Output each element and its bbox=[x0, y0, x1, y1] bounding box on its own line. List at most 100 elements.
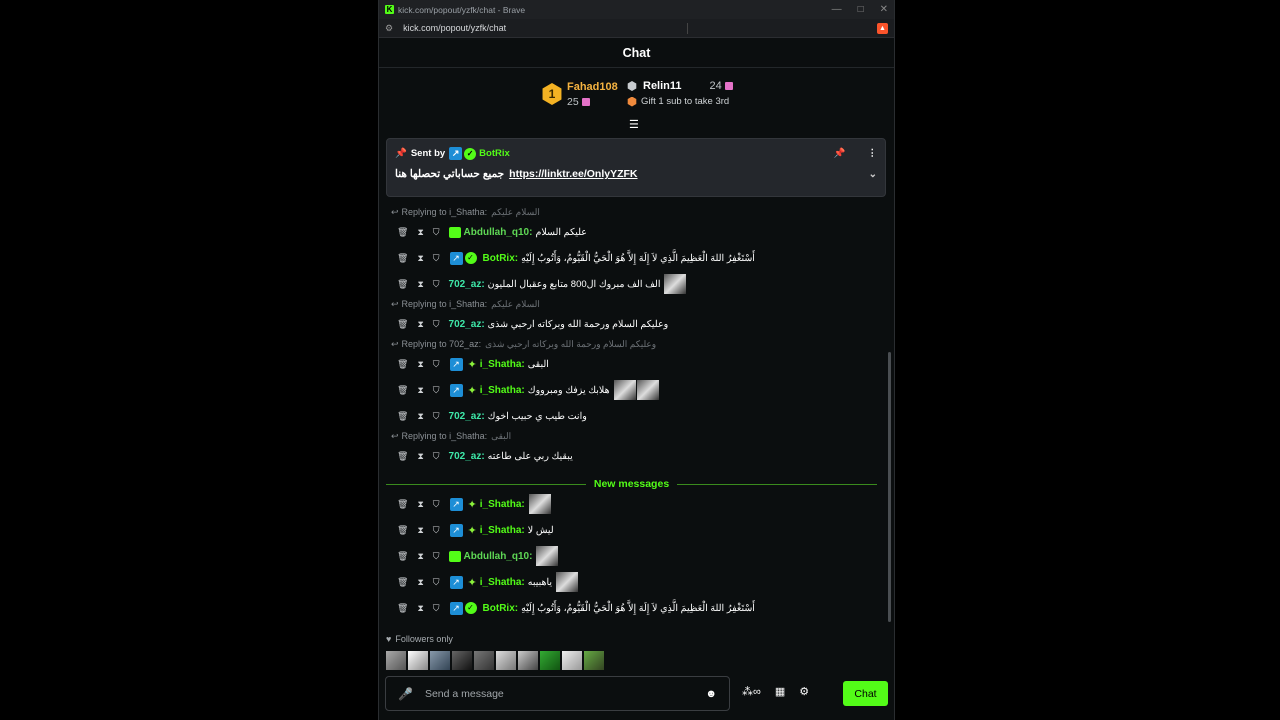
pin-icon: 📌 bbox=[395, 148, 407, 159]
delete-icon[interactable]: 🗑 bbox=[397, 279, 408, 290]
message-username[interactable]: Abdullah_q10: bbox=[464, 551, 533, 562]
minimize-icon[interactable]: — bbox=[832, 4, 842, 15]
leaderboard-first[interactable]: 1 Fahad108 25 bbox=[541, 81, 618, 108]
pinned-link[interactable]: https://linktr.ee/OnlyYZFK bbox=[509, 168, 637, 180]
kick-points-icon[interactable]: ⁂∞ bbox=[742, 685, 761, 698]
chat-message: 🗑 ⧗ ⛉ 702_az: يبقيك ربي على طاعته bbox=[379, 443, 884, 469]
message-username[interactable]: 702_az: bbox=[449, 279, 485, 290]
maximize-icon[interactable]: □ bbox=[858, 4, 864, 15]
emote-button[interactable] bbox=[496, 651, 516, 670]
emote-button[interactable] bbox=[540, 651, 560, 670]
pinned-user[interactable]: BotRix bbox=[479, 148, 510, 159]
chevron-down-icon[interactable]: ⌄ bbox=[869, 169, 877, 180]
emote-button[interactable] bbox=[452, 651, 472, 670]
moderator-badge-icon: ↗ bbox=[449, 497, 463, 511]
reply-context[interactable]: ↩ Replying to i_Shatha: السلام عليكم bbox=[379, 205, 884, 219]
message-username[interactable]: i_Shatha: bbox=[480, 385, 525, 396]
timeout-icon[interactable]: ⧗ bbox=[417, 499, 423, 510]
microphone-icon[interactable]: 🎤 bbox=[398, 687, 413, 701]
message-username[interactable]: i_Shatha: bbox=[480, 525, 525, 536]
timeout-icon[interactable]: ⧗ bbox=[417, 359, 423, 370]
timeout-icon[interactable]: ⧗ bbox=[417, 319, 423, 330]
message-username[interactable]: i_Shatha: bbox=[480, 577, 525, 588]
leaderboard-second[interactable]: Relin11 24 Gift 1 sub to take 3rd bbox=[627, 80, 733, 107]
emote-image bbox=[556, 572, 579, 592]
message-text: أَسْتَغْفِرُ اللهَ الْعَظِيمَ الَّذِي لا… bbox=[521, 252, 755, 264]
ban-icon[interactable]: ⛉ bbox=[433, 551, 440, 562]
message-username[interactable]: 702_az: bbox=[449, 411, 485, 422]
chat-message: 🗑 ⧗ ⛉ ↗ ✓ BotRix: أَسْتَغْفِرُ اللهَ الْعَ… bbox=[379, 245, 884, 271]
address-bar[interactable]: ⚙ kick.com/popout/yzfk/chat ▲ bbox=[379, 19, 894, 38]
delete-icon[interactable]: 🗑 bbox=[397, 319, 408, 330]
message-username[interactable]: BotRix: bbox=[483, 603, 519, 614]
delete-icon[interactable]: 🗑 bbox=[397, 451, 408, 462]
ban-icon[interactable]: ⛉ bbox=[433, 359, 440, 370]
message-username[interactable]: Abdullah_q10: bbox=[464, 227, 533, 238]
ban-icon[interactable]: ⛉ bbox=[433, 385, 440, 396]
brave-shield-icon[interactable]: ▲ bbox=[877, 22, 888, 34]
message-username[interactable]: i_Shatha: bbox=[480, 359, 525, 370]
gift-icon bbox=[724, 82, 733, 90]
url-text[interactable]: kick.com/popout/yzfk/chat bbox=[403, 23, 506, 33]
emote-button[interactable] bbox=[430, 651, 450, 670]
send-chat-button[interactable]: Chat bbox=[843, 681, 888, 706]
message-input[interactable]: Send a message bbox=[425, 688, 504, 700]
timeout-icon[interactable]: ⧗ bbox=[417, 385, 423, 396]
timeout-icon[interactable]: ⧗ bbox=[417, 603, 423, 614]
timeout-icon[interactable]: ⧗ bbox=[417, 227, 423, 238]
emoji-picker-icon[interactable]: ☻ bbox=[705, 688, 717, 700]
timeout-icon[interactable]: ⧗ bbox=[417, 253, 423, 264]
reply-context[interactable]: ↩ Replying to 702_az: وعليكم السلام ورحمة… bbox=[379, 337, 884, 351]
emote-button[interactable] bbox=[562, 651, 582, 670]
delete-icon[interactable]: 🗑 bbox=[397, 385, 408, 396]
message-username[interactable]: i_Shatha: bbox=[480, 499, 525, 510]
settings-gear-icon[interactable]: ⚙ bbox=[799, 685, 809, 698]
delete-icon[interactable]: 🗑 bbox=[397, 253, 408, 264]
expand-menu-icon[interactable]: ☰ bbox=[629, 118, 639, 131]
reply-context[interactable]: ↩ Replying to i_Shatha: السلام عليكم bbox=[379, 297, 884, 311]
delete-icon[interactable]: 🗑 bbox=[397, 359, 408, 370]
ban-icon[interactable]: ⛉ bbox=[433, 577, 440, 588]
message-username[interactable]: 702_az: bbox=[449, 319, 485, 330]
site-settings-icon[interactable]: ⚙ bbox=[385, 23, 393, 34]
ban-icon[interactable]: ⛉ bbox=[433, 451, 440, 462]
timeout-icon[interactable]: ⧗ bbox=[417, 411, 423, 422]
message-text: ياهبيبه bbox=[527, 576, 553, 588]
ban-icon[interactable]: ⛉ bbox=[433, 525, 440, 536]
timeout-icon[interactable]: ⧗ bbox=[417, 525, 423, 536]
unpin-icon[interactable]: 📌 bbox=[834, 148, 846, 159]
chat-scrollbar[interactable] bbox=[888, 352, 891, 622]
chat-message: 🗑 ⧗ ⛉ ↗ ✦ i_Shatha: البقى bbox=[379, 351, 884, 377]
more-options-icon[interactable]: ⋮ bbox=[868, 148, 878, 159]
delete-icon[interactable]: 🗑 bbox=[397, 577, 408, 588]
timeout-icon[interactable]: ⧗ bbox=[417, 551, 423, 562]
emote-button[interactable] bbox=[474, 651, 494, 670]
ban-icon[interactable]: ⛉ bbox=[433, 603, 440, 614]
delete-icon[interactable]: 🗑 bbox=[397, 227, 408, 238]
ban-icon[interactable]: ⛉ bbox=[433, 253, 440, 264]
emote-button[interactable] bbox=[408, 651, 428, 670]
store-icon[interactable]: ▦ bbox=[775, 685, 785, 698]
timeout-icon[interactable]: ⧗ bbox=[417, 451, 423, 462]
ban-icon[interactable]: ⛉ bbox=[433, 499, 440, 510]
ban-icon[interactable]: ⛉ bbox=[433, 319, 440, 330]
message-username[interactable]: BotRix: bbox=[483, 253, 519, 264]
delete-icon[interactable]: 🗑 bbox=[397, 551, 408, 562]
message-username[interactable]: 702_az: bbox=[449, 451, 485, 462]
timeout-icon[interactable]: ⧗ bbox=[417, 577, 423, 588]
emote-button[interactable] bbox=[518, 651, 538, 670]
delete-icon[interactable]: 🗑 bbox=[397, 525, 408, 536]
delete-icon[interactable]: 🗑 bbox=[397, 411, 408, 422]
ban-icon[interactable]: ⛉ bbox=[433, 411, 440, 422]
message-input-box[interactable]: 🎤 Send a message ☻ bbox=[385, 676, 730, 711]
close-icon[interactable]: ✕ bbox=[880, 4, 888, 15]
message-text: عليكم السلام bbox=[535, 226, 587, 238]
ban-icon[interactable]: ⛉ bbox=[433, 279, 440, 290]
timeout-icon[interactable]: ⧗ bbox=[417, 279, 423, 290]
delete-icon[interactable]: 🗑 bbox=[397, 603, 408, 614]
ban-icon[interactable]: ⛉ bbox=[433, 227, 440, 238]
delete-icon[interactable]: 🗑 bbox=[397, 499, 408, 510]
emote-button[interactable] bbox=[386, 651, 406, 670]
reply-context[interactable]: ↩ Replying to i_Shatha: البقى bbox=[379, 429, 884, 443]
emote-button[interactable] bbox=[584, 651, 604, 670]
